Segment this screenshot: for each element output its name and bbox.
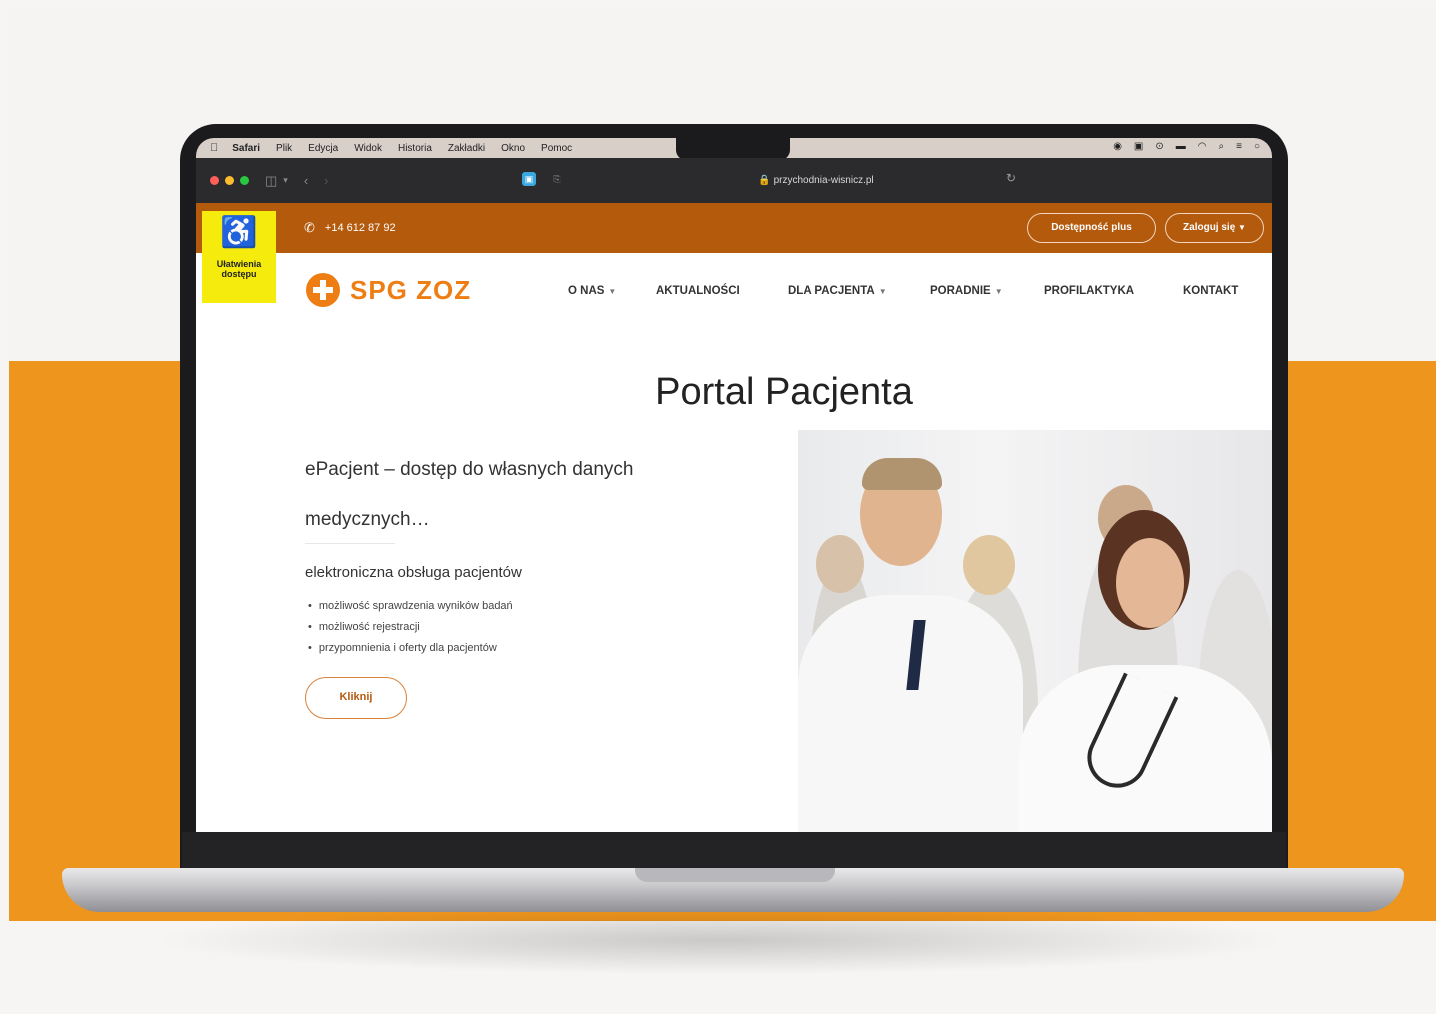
accessibility-label-line1: Ułatwienia [216,259,262,269]
control-center-icon[interactable]: ≡ [1236,141,1242,152]
male-doctor-coat [798,595,1023,832]
chevron-down-icon: ▼ [994,287,1003,296]
apple-icon[interactable]:  [210,142,218,154]
menu-okno[interactable]: Okno [501,143,525,154]
accessibility-label-line2: dostępu [221,269,257,279]
close-window-button[interactable] [210,176,219,185]
menu-plik[interactable]: Plik [276,143,292,154]
menu-edycja[interactable]: Edycja [308,143,338,154]
female-doctor-head [1116,538,1184,628]
nav-profilaktyka[interactable]: PROFILAKTYKA [1044,285,1134,297]
bg-head [816,535,864,593]
accessibility-widget[interactable]: ♿ Ułatwienia dostępu [202,211,276,303]
reload-icon[interactable]: ↻ [1006,171,1016,185]
divider [305,543,395,544]
zoom-window-button[interactable] [240,176,249,185]
lock-icon: 🔒 [758,175,771,186]
phone-icon: ✆ [304,220,315,235]
chevron-down-icon: ▼ [878,287,887,296]
url-text: przychodnia-wisnicz.pl [773,175,874,186]
site-logo[interactable]: SPG ZOZ [306,273,471,307]
back-icon[interactable]: ‹ [304,173,308,188]
login-button[interactable]: Zaloguj się ▼ [1165,213,1264,243]
lead-text: ePacjent – dostęp do własnych danych med… [305,459,634,530]
phone-contact[interactable]: ✆ +14 612 87 92 [304,220,396,236]
nav-kontakt[interactable]: KONTAKT [1183,285,1238,297]
reader-icon[interactable]: ⎘ [550,172,564,186]
login-label: Zaloguj się [1183,222,1236,233]
chevron-down-icon: ▼ [1238,223,1246,232]
nav-aktualnosci[interactable]: AKTUALNOŚCI [656,285,740,297]
sidebar-toggle-icon[interactable]: ◫ [265,173,277,189]
phone-number: +14 612 87 92 [324,222,396,234]
laptop-chin [182,832,1286,870]
nav-label: O NAS [568,285,605,297]
website: ✆ +14 612 87 92 Dostępność plus Zaloguj … [196,203,1272,832]
male-doctor-hair [862,458,942,490]
chevron-down-icon: ▼ [608,287,617,296]
bg-head [963,535,1015,595]
subheading: elektroniczna obsługa pacjentów [305,564,522,581]
nav-dla-pacjenta[interactable]: DLA PACJENTA ▼ [788,285,887,297]
nav-label: PORADNIE [930,285,991,297]
window-controls [210,176,249,185]
nav-poradnie[interactable]: PORADNIE ▼ [930,285,1003,297]
minimize-window-button[interactable] [225,176,234,185]
menu-app-name[interactable]: Safari [232,143,260,154]
page-title: Portal Pacjenta [655,371,913,413]
access-plus-button[interactable]: Dostępność plus [1027,213,1156,243]
list-item: możliwość rejestracji [308,621,513,633]
click-button[interactable]: Kliknij [305,677,407,719]
status-icons: ◉ ▣ ⊙ ▬ ◠ ⌕ ≡ ○ [1113,141,1260,152]
laptop-screen:  Safari Plik Edycja Widok Historia Zakł… [196,138,1272,832]
forward-icon[interactable]: › [324,173,328,188]
menu-pomoc[interactable]: Pomoc [541,143,572,154]
feature-list: możliwość sprawdzenia wyników badań możl… [308,600,513,663]
battery-icon[interactable]: ▬ [1176,141,1186,152]
list-item: możliwość sprawdzenia wyników badań [308,600,513,612]
status-icon-3[interactable]: ⊙ [1155,141,1163,152]
wheelchair-icon: ♿ [220,216,258,249]
nav-label: DLA PACJENTA [788,285,875,297]
laptop-opening-notch [635,868,835,882]
list-item: przypomnienia i oferty dla pacjentów [308,642,513,654]
safari-toolbar: ◫ ▾ ‹ › ▣ ⎘ 🔒 przychodnia-wisnicz.pl ↻ [196,158,1272,203]
spotlight-search-icon[interactable]: ⌕ [1219,141,1225,152]
logo-text: SPG ZOZ [350,274,472,305]
menu-zakladki[interactable]: Zakładki [448,143,485,154]
status-icon-2[interactable]: ▣ [1134,141,1143,152]
doctors-photo [798,430,1272,832]
address-bar[interactable]: 🔒 przychodnia-wisnicz.pl [616,170,1016,192]
siri-icon[interactable]: ○ [1254,141,1260,152]
menu-widok[interactable]: Widok [354,143,382,154]
chevron-down-icon[interactable]: ▾ [283,175,288,186]
nav-o-nas[interactable]: O NAS ▼ [568,285,616,297]
status-icon-1[interactable]: ◉ [1113,141,1122,152]
laptop-shadow [150,905,1290,975]
medical-cross-icon [306,273,340,307]
extension-icon[interactable]: ▣ [522,172,536,186]
menu-historia[interactable]: Historia [398,143,432,154]
camera-notch [676,138,790,160]
wifi-icon[interactable]: ◠ [1198,141,1207,152]
site-topbar: ✆ +14 612 87 92 Dostępność plus Zaloguj … [196,203,1272,253]
